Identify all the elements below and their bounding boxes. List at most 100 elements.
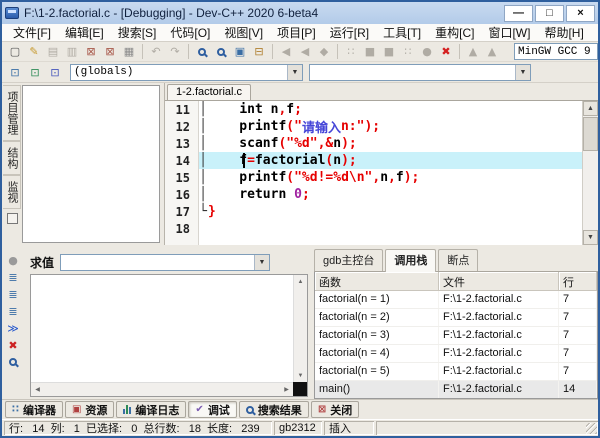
open-file-icon[interactable]: ✎ <box>25 44 43 60</box>
scroll-up-icon[interactable]: ▲ <box>583 101 598 116</box>
table-row[interactable]: factorial(n = 1)F:\1-2.factorial.c7 <box>315 291 597 309</box>
next-line-icon[interactable]: ≣ <box>5 270 21 284</box>
evaluate-input[interactable]: ▼ <box>60 254 270 271</box>
close-file-icon[interactable]: ⊠ <box>82 44 100 60</box>
compile-run-icon[interactable]: ■ <box>380 44 398 60</box>
chevron-down-icon[interactable]: ▼ <box>515 65 530 80</box>
column-header-1[interactable]: 文件 <box>439 272 559 291</box>
callstack-tab-2[interactable]: 断点 <box>438 249 478 271</box>
title-bar[interactable]: F:\1-2.factorial.c - [Debugging] - Dev-C… <box>2 2 598 24</box>
view-cpu-icon[interactable] <box>5 355 21 369</box>
column-header-0[interactable]: 函数 <box>315 272 439 291</box>
debug-icon[interactable]: ● <box>418 44 436 60</box>
shield-icon[interactable]: ◆ <box>315 44 333 60</box>
run-icon[interactable]: ■ <box>361 44 379 60</box>
table-row[interactable]: factorial(n = 4)F:\1-2.factorial.c7 <box>315 345 597 363</box>
code-line-11[interactable]: 11│ int n,f; <box>199 101 582 118</box>
bottom-tab-5[interactable]: ⊠关闭 <box>311 401 359 418</box>
stop-icon[interactable]: ✖ <box>437 44 455 60</box>
code-line-18[interactable]: 18 <box>199 220 582 237</box>
back-icon[interactable]: ◀ <box>277 44 295 60</box>
code-line-16[interactable]: 16│ return 0; <box>199 186 582 203</box>
save-all-icon[interactable]: ▥ <box>63 44 81 60</box>
table-row[interactable]: factorial(n = 5)F:\1-2.factorial.c7 <box>315 363 597 381</box>
scroll-right-icon[interactable]: ▶ <box>280 383 293 396</box>
minimize-button[interactable]: — <box>504 5 533 22</box>
code-line-14[interactable]: 14│ f=factorial(n); <box>199 152 582 169</box>
redo-icon[interactable]: ↷ <box>166 44 184 60</box>
menu-item-0[interactable]: 文件[F] <box>6 24 58 41</box>
code-line-15[interactable]: 15│ printf("%d!=%d\n",n,f); <box>199 169 582 186</box>
callstack-tab-1[interactable]: 调用栈 <box>385 249 436 272</box>
code-line-17[interactable]: 17└} <box>199 203 582 220</box>
code-line-12[interactable]: 12│ printf("请输入n:"); <box>199 118 582 135</box>
callstack-tab-0[interactable]: gdb主控台 <box>314 249 383 271</box>
bottom-tab-3[interactable]: ✔调试 <box>188 401 236 418</box>
scrollbar-thumb[interactable] <box>583 117 598 151</box>
menu-item-5[interactable]: 项目[P] <box>270 24 323 41</box>
replace-icon[interactable] <box>212 44 230 60</box>
undo-icon[interactable]: ↶ <box>147 44 165 60</box>
find-icon[interactable] <box>193 44 211 60</box>
menu-item-7[interactable]: 工具[T] <box>376 24 428 41</box>
sidebar-tab-1[interactable]: 结构 <box>3 141 21 175</box>
menu-item-6[interactable]: 运行[R] <box>323 24 376 41</box>
panel-toggle-icon[interactable] <box>7 213 18 224</box>
sidebar-tab-0[interactable]: 项目管理 <box>3 85 21 141</box>
step-over-icon[interactable]: ≣ <box>5 304 21 318</box>
output-horizontal-scrollbar[interactable]: ◀ ▶ <box>31 382 293 396</box>
compile-icon[interactable]: ∷ <box>342 44 360 60</box>
menu-item-8[interactable]: 重构[C] <box>428 24 481 41</box>
goto-line-icon[interactable]: ▣ <box>231 44 249 60</box>
code-line-13[interactable]: 13│ scanf("%d",&n); <box>199 135 582 152</box>
table-row[interactable]: factorial(n = 3)F:\1-2.factorial.c7 <box>315 327 597 345</box>
profile-del-icon[interactable]: ▲ <box>483 44 501 60</box>
continue-icon[interactable]: ≫ <box>5 321 21 335</box>
profile-icon[interactable]: ▲ <box>464 44 482 60</box>
resize-grip-icon[interactable] <box>586 423 597 434</box>
project-panel[interactable] <box>22 85 160 243</box>
chevron-down-icon[interactable]: ▼ <box>287 65 302 80</box>
column-header-2[interactable]: 行 <box>559 272 597 291</box>
breakpoint-icon[interactable]: ● <box>5 253 21 267</box>
scroll-left-icon[interactable]: ◀ <box>31 383 44 396</box>
menu-item-3[interactable]: 代码[O] <box>163 24 217 41</box>
rebuild-icon[interactable]: ∷ <box>399 44 417 60</box>
chevron-down-icon[interactable]: ▼ <box>254 255 269 270</box>
scroll-down-icon[interactable]: ▼ <box>294 369 307 382</box>
stop-execution-icon[interactable]: ✖ <box>5 338 21 352</box>
table-row[interactable]: main()F:\1-2.factorial.c14 <box>315 381 597 399</box>
bottom-tab-0[interactable]: ∷编译器 <box>5 401 63 418</box>
symbol-select[interactable]: ▼ <box>309 64 531 81</box>
close-all-icon[interactable]: ⊠ <box>101 44 119 60</box>
scroll-down-icon[interactable]: ▼ <box>583 230 598 245</box>
bottom-tab-2[interactable]: 编译日志 <box>116 401 186 418</box>
sidebar-tab-2[interactable]: 监视 <box>3 175 21 209</box>
maximize-button[interactable]: □ <box>535 5 564 22</box>
menu-item-4[interactable]: 视图[V] <box>217 24 270 41</box>
goto-declaration-icon[interactable]: ⊡ <box>6 64 24 80</box>
editor-tab-file[interactable]: 1-2.factorial.c <box>167 84 251 100</box>
goto-implementation-icon[interactable]: ⊡ <box>26 64 44 80</box>
menu-item-10[interactable]: 帮助[H] <box>537 24 590 41</box>
editor-body[interactable]: 11│ int n,f;12│ printf("请输入n:");13│ scan… <box>165 101 598 245</box>
last-position-icon[interactable]: ⊡ <box>46 64 64 80</box>
evaluate-output[interactable]: ▲ ▼ ◀ ▶ <box>30 274 308 397</box>
step-into-icon[interactable]: ≣ <box>5 287 21 301</box>
table-row[interactable]: factorial(n = 2)F:\1-2.factorial.c7 <box>315 309 597 327</box>
bottom-tab-4[interactable]: 搜索结果 <box>239 401 309 418</box>
close-button[interactable]: × <box>566 5 595 22</box>
globals-select[interactable]: (globals) ▼ <box>70 64 303 81</box>
forward-icon[interactable]: ◀ <box>296 44 314 60</box>
menu-item-9[interactable]: 窗口[W] <box>481 24 537 41</box>
print-icon[interactable]: ▦ <box>120 44 138 60</box>
menu-item-2[interactable]: 搜索[S] <box>111 24 164 41</box>
compiler-select[interactable]: MinGW GCC 9 <box>514 43 598 60</box>
menu-item-1[interactable]: 编辑[E] <box>58 24 111 41</box>
scroll-up-icon[interactable]: ▲ <box>294 275 307 288</box>
callstack-table[interactable]: 函数文件行factorial(n = 1)F:\1-2.factorial.c7… <box>314 272 598 399</box>
bookmark-icon[interactable]: ⊟ <box>250 44 268 60</box>
bottom-tab-1[interactable]: ▣资源 <box>65 401 114 418</box>
output-vertical-scrollbar[interactable]: ▲ ▼ <box>293 275 307 382</box>
save-icon[interactable]: ▤ <box>44 44 62 60</box>
